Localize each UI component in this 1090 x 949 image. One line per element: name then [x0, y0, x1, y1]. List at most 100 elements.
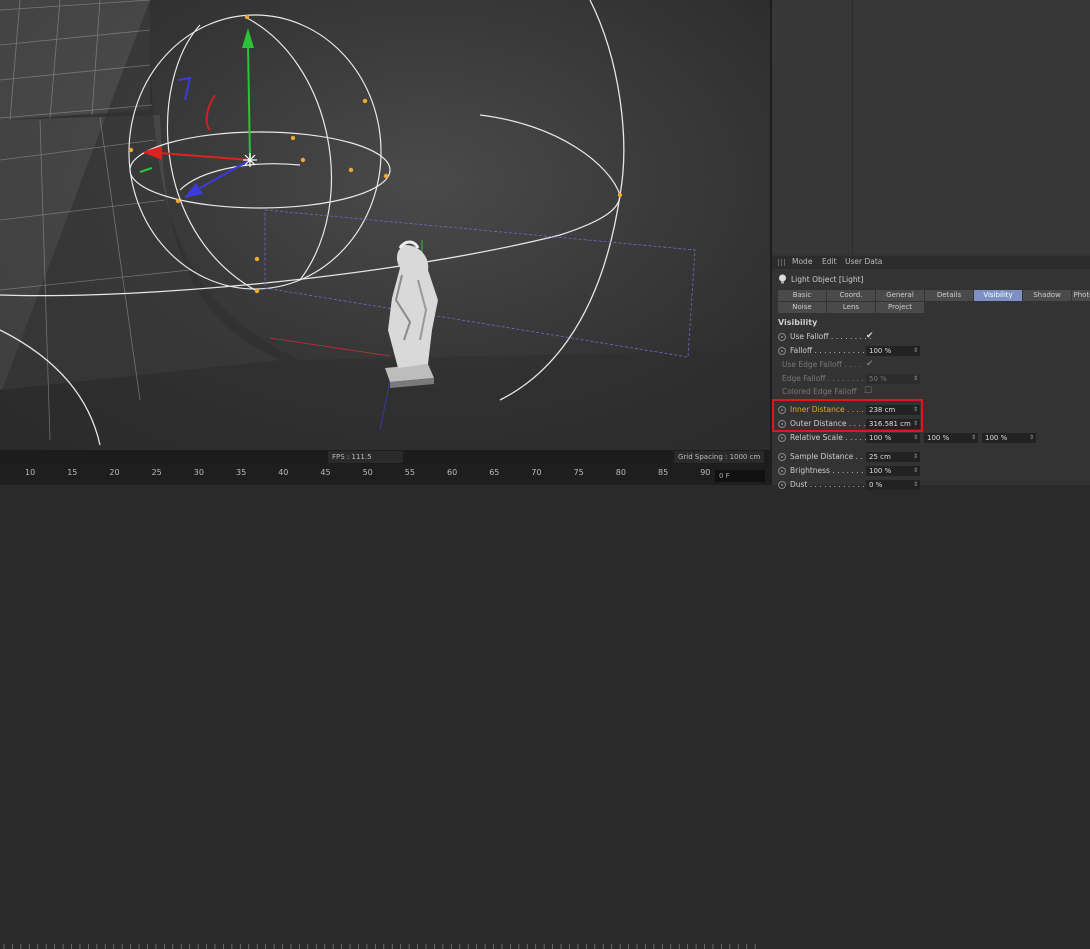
floor-axis-x — [269, 337, 391, 357]
tab-coord[interactable]: Coord. — [827, 290, 876, 301]
spinner-icon[interactable]: ⇕ — [971, 434, 976, 442]
param-dust: Dust . . . . . . . . . . . . . . . 0 % ⇕ — [778, 480, 1090, 492]
spinner-icon[interactable]: ⇕ — [913, 434, 918, 442]
spinner-icon[interactable]: ⇕ — [913, 481, 918, 489]
timeline-tick-label: 70 — [531, 468, 542, 477]
field-value: 25 cm — [869, 453, 891, 461]
param-label: Sample Distance . . . . — [790, 452, 873, 461]
grip-icon[interactable] — [778, 259, 786, 266]
tab-basic[interactable]: Basic — [778, 290, 827, 301]
spinner-icon[interactable]: ⇕ — [913, 453, 918, 461]
relative-scale-y-field[interactable]: 100 % ⇕ — [924, 433, 978, 443]
relative-scale-z-field[interactable]: 100 % ⇕ — [982, 433, 1036, 443]
current-frame-field[interactable]: 0 F — [715, 470, 765, 482]
object-title: Light Object [Light] — [778, 274, 863, 284]
timeline-tick-label: 45 — [320, 468, 331, 477]
tab-noise[interactable]: Noise — [778, 302, 827, 313]
param-use-edge-falloff: Use Edge Falloff . . . . ✔ — [778, 359, 1090, 372]
tabs-row-1: Basic Coord. General Details Visibility Shado… — [778, 290, 1090, 301]
animate-radio-icon[interactable] — [778, 434, 786, 442]
edge-falloff-field[interactable]: 50 % ⇕ — [866, 374, 920, 384]
param-label: Edge Falloff . . . . . . . . . — [782, 374, 869, 383]
menu-user-data[interactable]: User Data — [845, 257, 882, 266]
tab-general[interactable]: General — [876, 290, 925, 301]
timeline-tick-label: 85 — [658, 468, 669, 477]
param-brightness: Brightness . . . . . . . . . 100 % ⇕ — [778, 466, 1090, 478]
tab-photo[interactable]: Photo — [1072, 290, 1090, 301]
tabs-row-2: Noise Lens Project — [778, 302, 1090, 313]
timeline-tick-label: 75 — [573, 468, 584, 477]
dust-field[interactable]: 0 % ⇕ — [866, 480, 920, 490]
timeline-tick-label: 50 — [362, 468, 373, 477]
falloff-field[interactable]: 100 % ⇕ — [866, 346, 920, 356]
param-relative-scale: Relative Scale . . . . . 100 % ⇕ 100 % ⇕ 1… — [778, 433, 1090, 445]
param-sample-distance: Sample Distance . . . . 25 cm ⇕ — [778, 452, 1090, 464]
brightness-field[interactable]: 100 % ⇕ — [866, 466, 920, 476]
spinner-icon[interactable]: ⇕ — [1029, 434, 1034, 442]
menu-edit[interactable]: Edit — [822, 257, 837, 266]
animate-radio-icon[interactable] — [778, 481, 786, 489]
field-value: 100 % — [927, 434, 950, 442]
scene-canvas[interactable] — [0, 0, 770, 450]
animate-radio-icon[interactable] — [778, 453, 786, 461]
field-value: 100 % — [869, 467, 892, 475]
section-title: Visibility — [778, 318, 818, 327]
viewport-status-bar: FPS : 111.5 Grid Spacing : 1000 cm — [0, 450, 770, 464]
field-value: 100 % — [869, 434, 892, 442]
colored-edge-falloff-checkbox[interactable]: ☐ — [864, 386, 872, 396]
timeline-tick-label: 60 — [447, 468, 458, 477]
timeline-tick-label: 40 — [278, 468, 289, 477]
param-label: Brightness . . . . . . . . . — [790, 466, 873, 475]
tab-details[interactable]: Details — [925, 290, 974, 301]
grid-spacing-readout: Grid Spacing : 1000 cm — [674, 451, 764, 463]
3d-viewport[interactable] — [0, 0, 770, 450]
object-title-text: Light Object [Light] — [791, 274, 864, 284]
spinner-icon[interactable]: ⇕ — [913, 467, 918, 475]
field-value: 50 % — [869, 375, 887, 383]
object-manager[interactable] — [772, 0, 1090, 254]
param-label: Relative Scale . . . . . — [790, 433, 867, 442]
use-falloff-checkbox[interactable]: ✔ — [866, 331, 874, 341]
param-label: Falloff . . . . . . . . . . . . . — [790, 346, 875, 355]
animate-radio-icon[interactable] — [778, 347, 786, 355]
falloff-handles[interactable] — [128, 14, 623, 294]
param-label: Colored Edge Falloff — [782, 387, 857, 396]
param-falloff: Falloff . . . . . . . . . . . . . 100 % ⇕ — [778, 346, 1090, 358]
timeline-tick-label: 90 — [700, 468, 711, 477]
attribute-manager: Mode Edit User Data Light Object [Light]… — [772, 256, 1090, 490]
attribute-menu-bar: Mode Edit User Data — [772, 256, 1090, 269]
timeline-tick-label: 55 — [404, 468, 415, 477]
param-label: Use Falloff . . . . . . . . . — [790, 332, 872, 341]
spinner-icon[interactable]: ⇕ — [913, 347, 918, 355]
light-bulb-icon — [779, 274, 786, 284]
menu-mode[interactable]: Mode — [792, 257, 812, 266]
param-colored-edge-falloff: Colored Edge Falloff ☐ — [778, 386, 1090, 399]
param-label: Use Edge Falloff . . . . — [782, 360, 861, 369]
tab-shadow[interactable]: Shadow — [1023, 290, 1072, 301]
relative-scale-x-field[interactable]: 100 % ⇕ — [866, 433, 920, 443]
timeline-tick-label: 10 — [25, 468, 36, 477]
animate-radio-icon[interactable] — [778, 467, 786, 475]
timeline-tick-label: 30 — [193, 468, 204, 477]
sample-distance-field[interactable]: 25 cm ⇕ — [866, 452, 920, 462]
timeline-tick-label: 25 — [151, 468, 162, 477]
field-value: 100 % — [985, 434, 1008, 442]
param-edge-falloff: Edge Falloff . . . . . . . . . 50 % ⇕ — [778, 374, 1090, 386]
field-value: 0 % — [869, 481, 883, 489]
timeline[interactable]: 10 15 20 25 30 35 40 45 50 55 60 65 70 75 80 85 90 0 F — [0, 464, 770, 949]
tab-project[interactable]: Project — [876, 302, 925, 313]
highlight-annotation-box — [772, 399, 923, 432]
timeline-ruler[interactable] — [0, 942, 770, 949]
timeline-tick-label: 15 — [67, 468, 78, 477]
tab-lens[interactable]: Lens — [827, 302, 876, 313]
timeline-tick-label: 35 — [236, 468, 247, 477]
light-projection-outline — [264, 209, 696, 358]
object-manager-divider — [852, 0, 853, 254]
spinner-icon[interactable]: ⇕ — [913, 375, 918, 383]
animate-radio-icon[interactable] — [778, 333, 786, 341]
timeline-tick-label: 80 — [615, 468, 626, 477]
tab-visibility[interactable]: Visibility — [974, 290, 1023, 301]
use-edge-falloff-checkbox[interactable]: ✔ — [866, 359, 874, 369]
fps-readout: FPS : 111.5 — [328, 451, 403, 463]
param-use-falloff: Use Falloff . . . . . . . . . ✔ — [778, 331, 1090, 344]
